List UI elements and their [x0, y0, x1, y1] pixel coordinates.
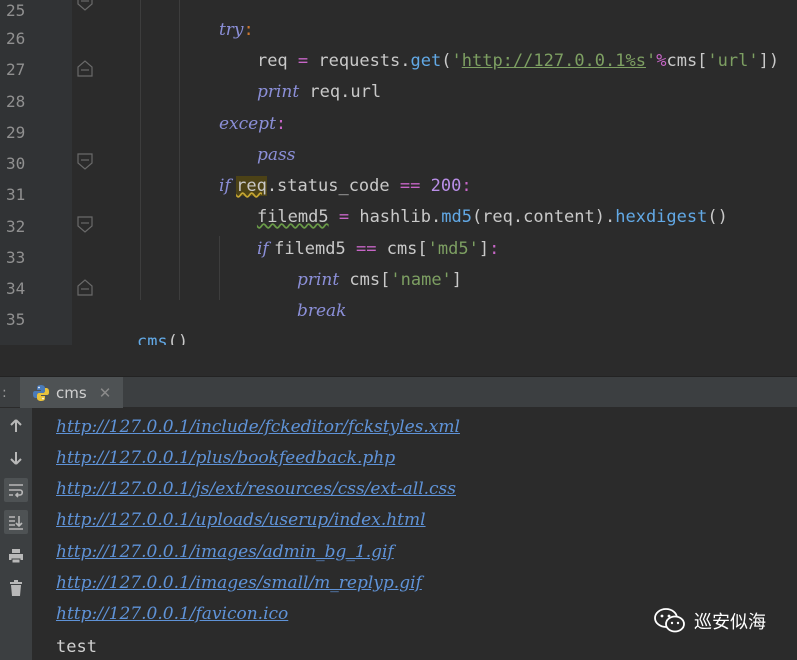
identifier: req.url — [299, 82, 382, 102]
run-tab-cms[interactable]: cms ✕ — [20, 377, 124, 408]
method-call: hexdigest — [615, 207, 708, 227]
run-tab-strip: : cms ✕ — [0, 377, 797, 408]
line-number: 27 — [6, 60, 26, 79]
line-number-gutter: 25 26 27 28 29 30 31 32 33 34 35 — [0, 0, 72, 345]
arrow-up-icon[interactable] — [4, 414, 28, 438]
identifier: cms[ — [339, 270, 391, 290]
fold-marker-icon[interactable] — [76, 216, 94, 234]
console-link[interactable]: http://127.0.0.1/plus/bookfeedback.php — [56, 446, 395, 470]
identifier: cms[ — [666, 51, 708, 71]
operator: % — [656, 51, 667, 71]
string-literal: 'url' — [707, 51, 759, 71]
close-icon[interactable]: ✕ — [99, 384, 112, 402]
strip-marker: : — [2, 385, 7, 401]
code-line-28[interactable]: except: — [178, 91, 286, 134]
code-line-26[interactable]: req = requests.get('http://127.0.0.1%s'%… — [216, 28, 779, 71]
console-link[interactable]: http://127.0.0.1/images/small/m_replyp.g… — [56, 571, 422, 595]
fold-marker-icon[interactable] — [76, 0, 94, 12]
code-line-29[interactable]: pass — [216, 122, 295, 165]
code-line-35[interactable]: cms() — [96, 309, 188, 352]
code-line-33[interactable]: print cms['name'] — [256, 247, 462, 290]
line-number: 25 — [6, 1, 26, 20]
line-number: 31 — [6, 185, 26, 204]
line-number: 28 — [6, 92, 26, 111]
editor-bottom-area — [0, 345, 797, 377]
keyword-break: break — [296, 301, 347, 321]
paren: ( — [441, 51, 452, 71]
console-link[interactable]: http://127.0.0.1/uploads/userup/index.ht… — [56, 508, 426, 532]
line-number: 26 — [6, 29, 26, 48]
scroll-to-end-icon[interactable] — [4, 510, 28, 534]
run-side-toolbar — [0, 408, 32, 660]
line-number: 29 — [6, 123, 26, 142]
run-tab-label: cms — [56, 383, 87, 402]
fold-marker-icon[interactable] — [76, 153, 94, 171]
method-call: get — [410, 51, 442, 71]
fold-marker-icon[interactable] — [76, 59, 94, 77]
soft-wrap-icon[interactable] — [4, 478, 28, 502]
watermark-text: 巡安似海 — [694, 612, 766, 633]
code-line-27[interactable]: print req.url — [216, 59, 381, 102]
string-quote: ' — [645, 51, 657, 71]
code-line-32[interactable]: if filemd5 == cms['md5']: — [216, 216, 499, 259]
line-number: 34 — [6, 279, 26, 298]
string-quote: ' — [451, 51, 462, 71]
line-number: 32 — [6, 217, 26, 236]
indent-guide — [140, 0, 141, 300]
code-line-30[interactable]: if req.status_code == 200: — [178, 153, 472, 196]
console-link[interactable]: http://127.0.0.1/include/fckeditor/fckst… — [56, 415, 460, 439]
console-link[interactable]: http://127.0.0.1/favicon.ico — [56, 602, 288, 626]
paren: ]) — [758, 51, 780, 71]
print-icon[interactable] — [4, 544, 28, 568]
line-number: 30 — [6, 154, 26, 173]
trash-icon[interactable] — [4, 576, 28, 600]
line-number: 35 — [6, 310, 26, 329]
code-line-25[interactable]: try: — [178, 0, 254, 40]
string-literal: 'name' — [390, 270, 452, 290]
string-url[interactable]: http://127.0.0.1%s — [462, 51, 646, 71]
bracket: ] — [451, 270, 463, 290]
console-link[interactable]: http://127.0.0.1/images/admin_bg_1.gif — [56, 540, 394, 564]
arrow-down-icon[interactable] — [4, 446, 28, 470]
paren: () — [707, 207, 728, 227]
code-editor[interactable]: 25 26 27 28 29 30 31 32 33 34 35 try: re… — [0, 0, 797, 352]
wechat-icon — [654, 608, 685, 633]
watermark: 巡安似海 — [654, 608, 766, 634]
console-text: test — [56, 637, 97, 657]
fold-marker-icon[interactable] — [76, 278, 94, 296]
line-number: 33 — [6, 248, 26, 267]
python-icon — [33, 384, 49, 401]
bracket: ] — [478, 239, 490, 259]
console-link[interactable]: http://127.0.0.1/js/ext/resources/css/ex… — [56, 477, 456, 501]
code-line-31[interactable]: filemd5 = hashlib.md5(req.content).hexdi… — [216, 184, 728, 227]
code-line-34[interactable]: break — [256, 278, 347, 321]
colon: : — [489, 239, 500, 259]
